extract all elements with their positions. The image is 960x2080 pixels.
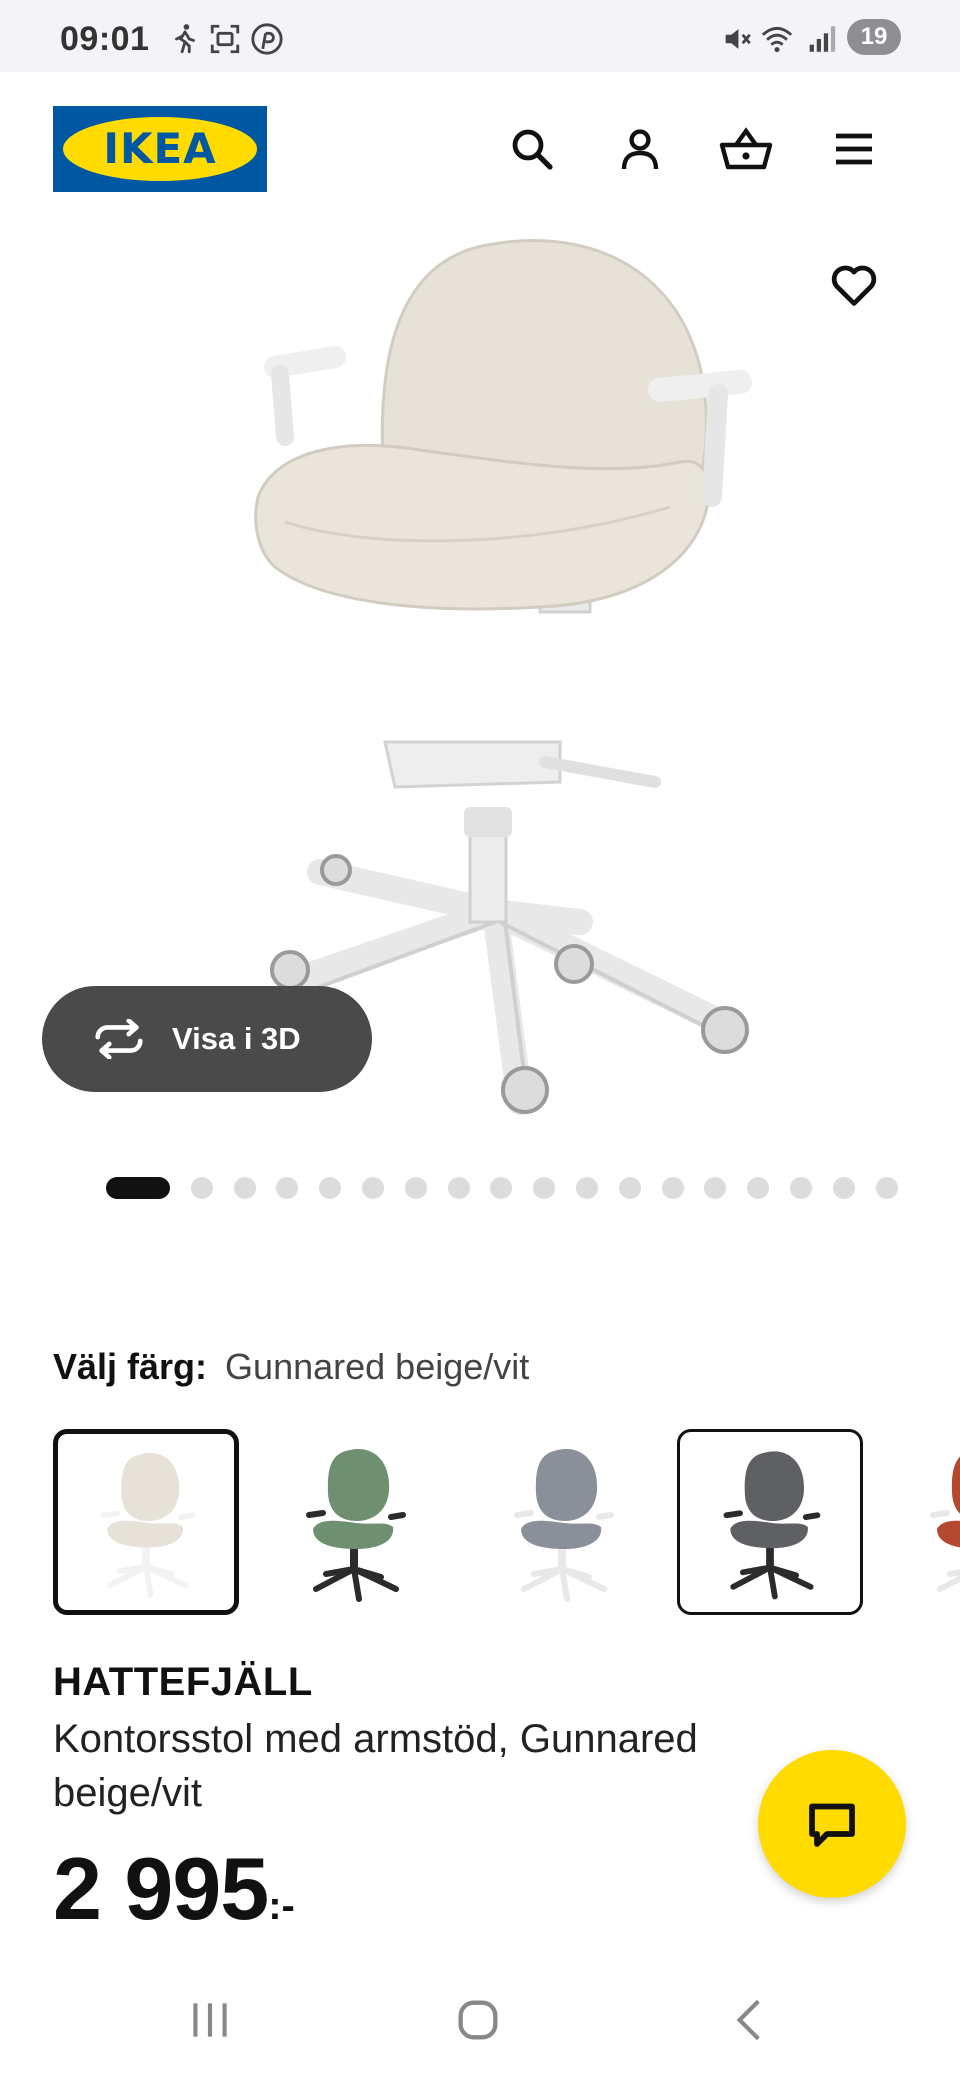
account-icon [621, 129, 659, 170]
chair-thumbnail [306, 1448, 406, 1602]
ikea-logo[interactable]: IKEA [53, 106, 267, 192]
color-swatch-beige-white[interactable] [53, 1429, 239, 1615]
pagination-dot[interactable] [704, 1177, 727, 1199]
pagination-dot[interactable] [789, 1177, 812, 1199]
pagination-dot[interactable] [747, 1177, 770, 1199]
chat-icon [809, 1803, 855, 1847]
price-suffix: :- [268, 1884, 295, 1928]
pagination-dot[interactable] [190, 1177, 213, 1199]
cart-icon [719, 127, 773, 170]
mute-icon [725, 29, 751, 49]
pagination-dot[interactable] [575, 1177, 598, 1199]
pagination-dot[interactable] [361, 1177, 384, 1199]
cart-button[interactable] [714, 117, 778, 181]
pagination-dot[interactable] [618, 1177, 641, 1199]
view-3d-button[interactable]: Visa i 3D [42, 986, 372, 1092]
home-button[interactable] [438, 1985, 518, 2055]
product-description: Kontorsstol med armstöd, Gunnared beige/… [53, 1717, 698, 1815]
color-swatch-darkgrey-black[interactable] [677, 1429, 863, 1615]
image-pagination[interactable] [106, 1176, 918, 1200]
color-label: Välj färg: [53, 1346, 208, 1387]
view-3d-label: Visa i 3D [172, 1021, 301, 1056]
search-icon [512, 129, 553, 170]
search-button[interactable] [500, 117, 564, 181]
pagination-dot[interactable] [832, 1177, 855, 1199]
recent-apps-button[interactable] [170, 1985, 250, 2055]
chair-thumbnail [723, 1451, 821, 1600]
color-swatch-red-white[interactable] [885, 1429, 960, 1615]
screenshot-icon [210, 24, 240, 54]
logo-text: IKEA [103, 124, 217, 173]
chair-thumbnail [100, 1452, 196, 1598]
pinterest-icon [251, 23, 283, 55]
pagination-dot[interactable] [875, 1177, 898, 1199]
status-time: 09:01 [60, 20, 150, 58]
color-swatch-grey-white[interactable] [469, 1429, 655, 1615]
pagination-dot[interactable] [106, 1177, 170, 1199]
recent-apps-icon [193, 2003, 227, 2037]
color-swatch-green-black[interactable] [261, 1429, 447, 1615]
chair-thumbnail [930, 1456, 960, 1592]
back-icon [736, 1999, 760, 2041]
menu-icon [836, 133, 872, 165]
pagination-dot[interactable] [404, 1177, 427, 1199]
color-value: Gunnared beige/vit [225, 1346, 530, 1387]
signal-icon [809, 26, 836, 52]
battery-icon: 19 [847, 19, 901, 55]
menu-button[interactable] [822, 117, 886, 181]
heart-icon [831, 265, 877, 306]
color-selector-heading: Välj färg: Gunnared beige/vit [53, 1346, 529, 1388]
wishlist-button[interactable] [820, 250, 888, 318]
pagination-dot[interactable] [233, 1177, 256, 1199]
price-value: 2 995 [53, 1839, 269, 1938]
product-price: 2 995:- [53, 1838, 295, 1940]
color-swatch-list [53, 1429, 960, 1615]
rotate-3d-icon [95, 1019, 143, 1059]
back-button[interactable] [710, 1985, 790, 2055]
product-name: HATTEFJÄLL [53, 1660, 313, 1704]
pagination-dot[interactable] [319, 1177, 342, 1199]
pagination-dot[interactable] [276, 1177, 299, 1199]
chat-button[interactable] [758, 1750, 906, 1898]
pagination-dot[interactable] [533, 1177, 556, 1199]
account-button[interactable] [608, 117, 672, 181]
pagination-dot[interactable] [447, 1177, 470, 1199]
walking-icon [175, 24, 195, 54]
pagination-dot[interactable] [490, 1177, 513, 1199]
pagination-dot[interactable] [661, 1177, 684, 1199]
wifi-icon [761, 26, 793, 53]
chair-thumbnail [514, 1448, 614, 1602]
home-icon [458, 2000, 498, 2040]
